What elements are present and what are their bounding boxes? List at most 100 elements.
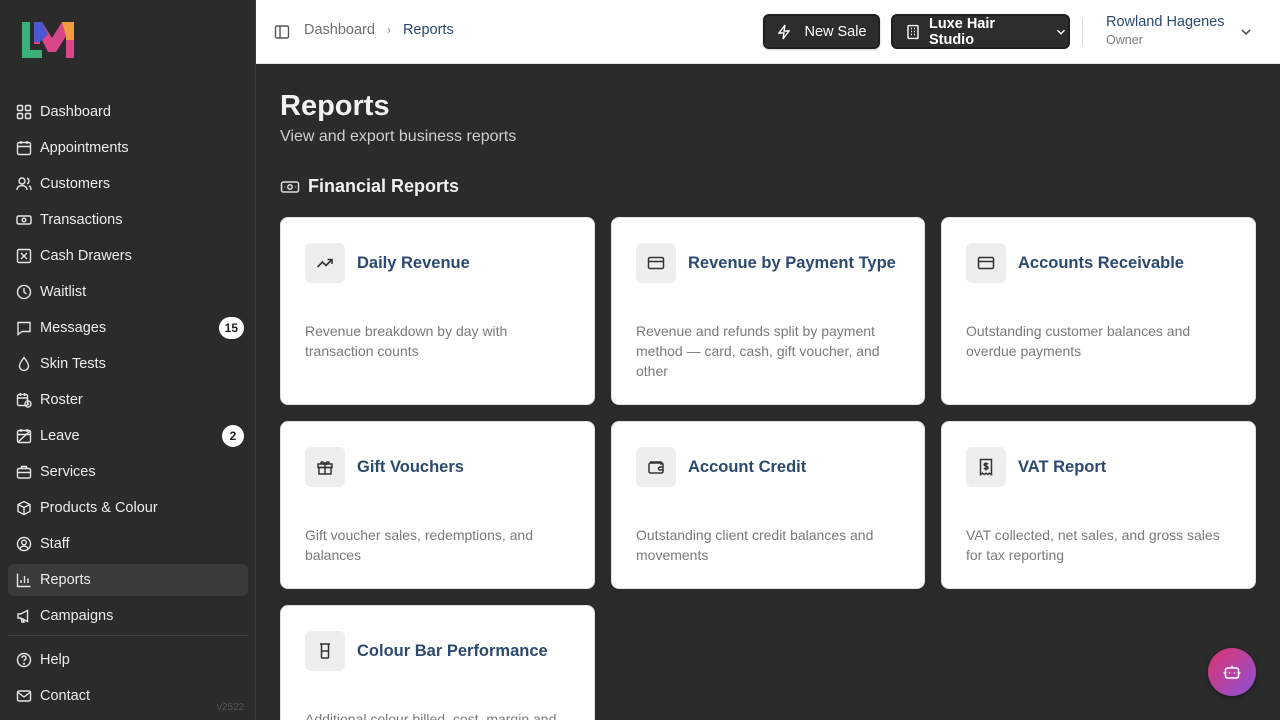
top-bar: Dashboard › Reports New Sale Luxe Hair S…: [256, 0, 1280, 64]
sidebar-bottom-nav: Help Contact: [8, 644, 248, 716]
sidebar-item-reports[interactable]: Reports: [8, 564, 248, 596]
logo-icon[interactable]: [20, 20, 76, 60]
report-card-gift-vouchers[interactable]: Gift Vouchers Gift voucher sales, redemp…: [280, 421, 595, 589]
user-circle-icon: [16, 536, 32, 552]
section-title: Financial Reports: [308, 176, 460, 196]
user-menu[interactable]: Rowland Hagenes Owner: [1106, 14, 1225, 47]
briefcase-icon: [16, 464, 32, 480]
banknote-icon: [16, 212, 32, 228]
sidebar: Dashboard Appointments Customers Transac…: [0, 0, 256, 720]
sidebar-toggle-icon[interactable]: [274, 24, 290, 40]
studio-selector-button[interactable]: Luxe Hair Studio: [891, 14, 1070, 49]
breadcrumb-current: Reports: [402, 22, 454, 38]
sidebar-item-roster[interactable]: Roster: [8, 384, 248, 416]
report-card-accounts-receivable[interactable]: Accounts Receivable Outstanding customer…: [941, 217, 1256, 405]
new-sale-label: New Sale: [804, 23, 867, 40]
assistant-bot-button[interactable]: [1208, 648, 1256, 696]
grid-icon: [16, 104, 32, 120]
square-x-icon: [16, 248, 32, 264]
sidebar-divider: [8, 635, 248, 636]
sidebar-nav: Dashboard Appointments Customers Transac…: [8, 96, 248, 636]
users-icon: [16, 176, 32, 192]
card-title: Revenue by Payment Type: [688, 254, 896, 272]
calendar-clock-icon: [16, 392, 32, 408]
breadcrumb-dashboard-link[interactable]: Dashboard: [304, 22, 375, 38]
beaker-icon: [305, 631, 345, 671]
leave-count-badge: 2: [222, 425, 244, 447]
sidebar-item-label: Waitlist: [40, 284, 87, 300]
credit-card-icon: [966, 243, 1006, 283]
sidebar-item-help[interactable]: Help: [8, 644, 248, 676]
calendar-icon: [16, 140, 32, 156]
sidebar-item-products-colour[interactable]: Products & Colour: [8, 492, 248, 524]
chevron-down-icon: [1057, 29, 1065, 35]
sidebar-item-leave[interactable]: Leave 2: [8, 420, 248, 452]
page-subtitle: View and export business reports: [280, 128, 517, 145]
card-description: Outstanding customer balances and overdu…: [966, 323, 1191, 359]
report-card-vat-report[interactable]: VAT Report VAT collected, net sales, and…: [941, 421, 1256, 589]
card-description: Revenue breakdown by day with transactio…: [305, 323, 508, 359]
mail-icon: [16, 688, 32, 704]
sidebar-item-customers[interactable]: Customers: [8, 168, 248, 200]
sidebar-item-contact[interactable]: Contact: [8, 680, 248, 712]
user-role: Owner: [1106, 33, 1143, 47]
sidebar-item-label: Messages: [40, 320, 107, 336]
lightning-icon: [778, 24, 791, 39]
droplet-icon: [16, 356, 32, 372]
report-card-daily-revenue[interactable]: Daily Revenue Revenue breakdown by day w…: [280, 217, 595, 405]
megaphone-icon: [16, 608, 32, 624]
card-title: Colour Bar Performance: [357, 642, 548, 660]
sidebar-item-label: Customers: [40, 176, 111, 192]
calendar-off-icon: [16, 428, 32, 444]
sidebar-item-skin-tests[interactable]: Skin Tests: [8, 348, 248, 380]
page-title: Reports: [280, 90, 390, 122]
sidebar-item-cash-drawers[interactable]: Cash Drawers: [8, 240, 248, 272]
package-icon: [16, 500, 32, 516]
receipt-icon: [966, 447, 1006, 487]
report-card-revenue-by-payment-type[interactable]: Revenue by Payment Type Revenue and refu…: [611, 217, 925, 405]
card-title: Accounts Receivable: [1018, 254, 1184, 272]
chevron-down-icon[interactable]: [1238, 24, 1254, 40]
sidebar-item-label: Contact: [40, 688, 90, 704]
sidebar-item-label: Help: [40, 652, 70, 668]
sidebar-item-campaigns[interactable]: Campaigns: [8, 600, 248, 632]
report-card-account-credit[interactable]: Account Credit Outstanding client credit…: [611, 421, 925, 589]
building-icon: [907, 24, 919, 39]
card-title: Gift Vouchers: [357, 458, 464, 476]
card-description: Outstanding client credit balances and m…: [636, 527, 874, 563]
help-circle-icon: [16, 652, 32, 668]
sidebar-item-label: Leave: [40, 428, 80, 444]
new-sale-button[interactable]: New Sale: [763, 14, 880, 49]
sidebar-item-services[interactable]: Services: [8, 456, 248, 488]
sidebar-item-label: Products & Colour: [40, 500, 158, 516]
sidebar-item-label: Transactions: [40, 212, 123, 228]
sidebar-item-label: Staff: [40, 536, 70, 552]
chevron-right-icon: ›: [386, 23, 391, 37]
sidebar-item-label: Reports: [40, 572, 91, 588]
sidebar-item-label: Cash Drawers: [40, 248, 132, 264]
report-card-colour-bar-performance[interactable]: Colour Bar Performance Additional colour…: [280, 605, 595, 720]
sidebar-item-staff[interactable]: Staff: [8, 528, 248, 560]
card-title: Daily Revenue: [357, 254, 470, 272]
card-description: VAT collected, net sales, and gross sale…: [966, 527, 1220, 563]
sidebar-item-appointments[interactable]: Appointments: [8, 132, 248, 164]
sidebar-item-label: Skin Tests: [40, 356, 106, 372]
card-description: Revenue and refunds split by payment met…: [636, 323, 880, 379]
card-description: Gift voucher sales, redemptions, and bal…: [305, 527, 534, 563]
banknote-icon: [280, 180, 300, 193]
sidebar-item-label: Services: [40, 464, 96, 480]
breadcrumb: Dashboard › Reports: [304, 22, 454, 38]
sidebar-item-waitlist[interactable]: Waitlist: [8, 276, 248, 308]
section-header-financial: Financial Reports: [280, 176, 459, 197]
sidebar-item-messages[interactable]: Messages 15: [8, 312, 248, 344]
sidebar-item-label: Appointments: [40, 140, 129, 156]
sidebar-item-transactions[interactable]: Transactions: [8, 204, 248, 236]
gift-icon: [305, 447, 345, 487]
studio-name: Luxe Hair Studio: [928, 15, 996, 48]
wallet-icon: [636, 447, 676, 487]
sidebar-item-label: Campaigns: [40, 608, 114, 624]
sidebar-item-label: Dashboard: [40, 104, 111, 120]
sidebar-item-dashboard[interactable]: Dashboard: [8, 96, 248, 128]
user-name: Rowland Hagenes: [1106, 14, 1225, 30]
trending-up-icon: [305, 243, 345, 283]
